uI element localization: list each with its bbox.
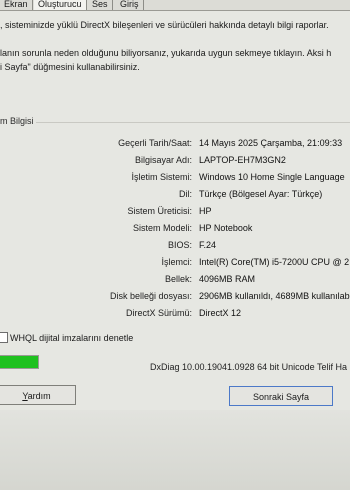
intro-line: , sisteminizde yüklü DirectX bileşenleri…: [0, 20, 329, 30]
info-row: Bilgisayar Adı: LAPTOP-EH7M3GN2: [0, 155, 350, 168]
info-value: 14 Mayıs 2025 Çarşamba, 21:09:33: [199, 138, 343, 148]
info-value: DirectX 12: [199, 308, 242, 318]
info-row: Bellek: 4096MB RAM: [0, 274, 350, 287]
info-value: Türkçe (Bölgesel Ayar: Türkçe): [199, 189, 323, 199]
tab-sound[interactable]: Ses: [88, 0, 113, 10]
intro-line: i Sayfa" düğmesini kullanabilirsiniz.: [0, 62, 140, 72]
intro-text: , sisteminizde yüklü DirectX bileşenleri…: [0, 18, 350, 74]
info-label: Sistem Modeli:: [132, 223, 192, 233]
info-row: İşlemci: Intel(R) Core(TM) i5-7200U CPU @…: [0, 257, 350, 270]
info-row: İşletim Sistemi: Windows 10 Home Single L…: [0, 172, 350, 185]
progress-bar: [0, 355, 39, 369]
info-label: Bilgisayar Adı:: [134, 155, 192, 165]
info-row: BIOS: F.24: [0, 240, 350, 253]
info-value: HP Notebook: [199, 223, 253, 233]
info-label: BIOS:: [167, 240, 192, 250]
info-row: Dil: Türkçe (Bölgesel Ayar: Türkçe): [0, 189, 350, 202]
next-page-button[interactable]: Sonraki Sayfa: [229, 386, 333, 406]
intro-line: [0, 32, 350, 46]
window-bottom-area: [0, 410, 350, 490]
whql-checkbox[interactable]: [0, 332, 8, 343]
whql-label: WHQL dijital imzalarını denetle: [10, 333, 134, 343]
info-label: İşlemci:: [161, 257, 192, 267]
info-label: DirectX Sürümü:: [125, 308, 192, 318]
info-row: Sistem Üreticisi: HP: [0, 206, 350, 219]
info-value: HP: [199, 206, 212, 216]
group-divider: [36, 122, 350, 123]
info-label: Dil:: [179, 189, 192, 199]
info-label: Geçerli Tarih/Saat:: [118, 138, 192, 148]
info-value: 4096MB RAM: [199, 274, 256, 284]
help-button[interactable]: Yardım: [0, 385, 76, 405]
info-value: 2906MB kullanıldı, 4689MB kullanılabil: [199, 291, 350, 301]
tab-bar: Ekran Oluşturucu Ses Giriş: [0, 0, 350, 11]
intro-line: lanın sorunla neden olduğunu biliyorsanı…: [0, 48, 332, 58]
info-value: Windows 10 Home Single Language: [199, 172, 345, 182]
tab-input[interactable]: Giriş: [116, 0, 144, 10]
whql-checkbox-row[interactable]: WHQL dijital imzalarını denetle: [0, 332, 133, 343]
info-row: Geçerli Tarih/Saat: 14 Mayıs 2025 Çarşamb…: [0, 138, 350, 151]
info-label: Disk belleği dosyası:: [109, 291, 192, 301]
tab-display[interactable]: Ekran: [0, 0, 33, 10]
version-text: DxDiag 10.00.19041.0928 64 bit Unicode T…: [150, 362, 347, 372]
info-value: Intel(R) Core(TM) i5-7200U CPU @ 2: [199, 257, 350, 267]
info-label: İşletim Sistemi:: [131, 172, 192, 182]
info-row: DirectX Sürümü: DirectX 12: [0, 308, 350, 321]
help-button-label: ardım: [27, 391, 51, 401]
system-info-group-title: m Bilgisi: [0, 116, 34, 126]
progress-bar-fill: [0, 356, 38, 368]
info-row: Sistem Modeli: HP Notebook: [0, 223, 350, 236]
info-label: Sistem Üreticisi:: [127, 206, 192, 216]
info-label: Bellek:: [164, 274, 192, 284]
info-value: LAPTOP-EH7M3GN2: [199, 155, 286, 165]
info-value: F.24: [199, 240, 217, 250]
info-row: Disk belleği dosyası: 2906MB kullanıldı, …: [0, 291, 350, 304]
tab-render[interactable]: Oluşturucu: [34, 0, 87, 10]
